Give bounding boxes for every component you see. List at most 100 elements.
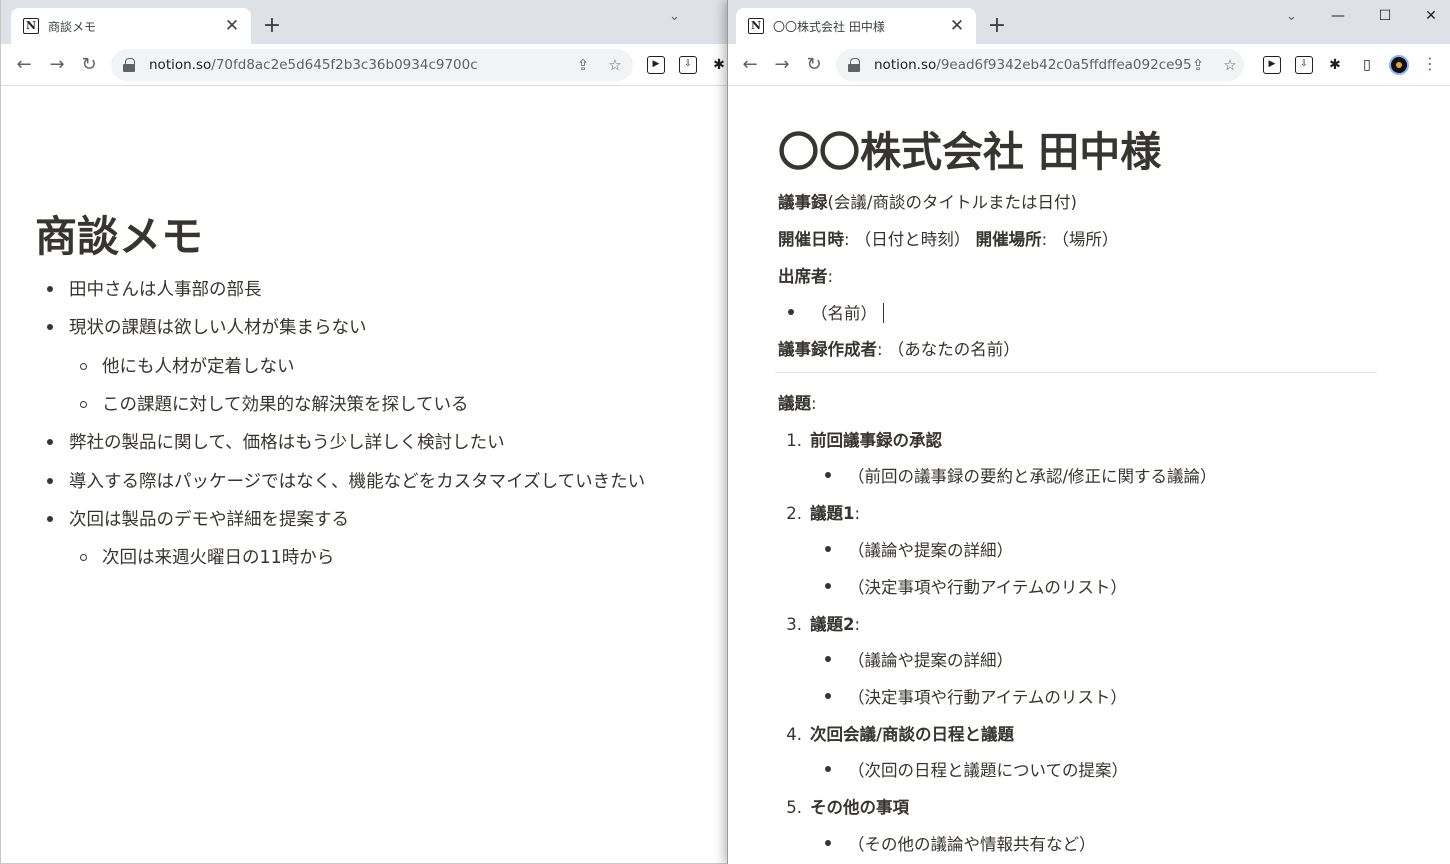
extension-play-icon[interactable]: ▶ <box>647 56 665 74</box>
list-item[interactable]: （決定事項や行動アイテムのリスト） <box>825 574 1127 598</box>
minimize-icon[interactable]: — <box>1326 6 1350 26</box>
item-title: 議題2 <box>810 615 855 634</box>
author-line[interactable]: 議事録作成者: （あなたの名前） <box>778 336 1020 360</box>
list-item[interactable]: 次回は製品のデモや詳細を提案する <box>47 506 349 531</box>
browser-toolbar: ← → ↻ notion.so/70fd8ac2e5d645f2b3c36b09… <box>1 44 728 86</box>
author-label: 議事録作成者 <box>778 340 877 359</box>
forward-arrow-icon[interactable]: → <box>769 52 795 78</box>
lock-icon <box>848 58 860 72</box>
left-browser-window: N 商談メモ ✕ + ⌄ ← → ↻ notion.so/70fd8ac2e5d… <box>0 0 728 864</box>
minutes-label: 議事録 <box>778 193 828 212</box>
tab-title: 商談メモ <box>48 19 97 34</box>
item-title: その他の事項 <box>810 798 909 817</box>
browser-toolbar: ← → ↻ notion.so/9ead6f9342eb42c0a5ffdffe… <box>728 44 1450 86</box>
share-icon[interactable]: ⇪ <box>573 56 593 74</box>
minutes-value: (会議/商談のタイトルまたは日付) <box>827 193 1077 212</box>
share-icon[interactable]: ⇪ <box>1188 56 1208 74</box>
agenda-heading[interactable]: 議題: <box>778 390 817 414</box>
agenda-item-3[interactable]: 3. 議題2: <box>778 611 860 635</box>
notion-favicon-icon: N <box>23 18 39 34</box>
extension-download-icon[interactable]: ⇩ <box>1295 56 1313 74</box>
attendee-list-item[interactable]: （名前） <box>788 300 884 324</box>
reload-icon[interactable]: ↻ <box>76 52 102 78</box>
notion-page-left: 商談メモ 田中さんは人事部の部長 現状の課題は欲しい人材が集まらない 他にも人材… <box>1 87 728 863</box>
list-item[interactable]: （議論や提案の詳細） <box>825 647 1013 671</box>
back-arrow-icon[interactable]: ← <box>11 52 37 78</box>
agenda-item-1[interactable]: 1. 前回議事録の承認 <box>778 427 942 451</box>
extensions-puzzle-icon[interactable]: ✱ <box>710 56 728 74</box>
minutes-line[interactable]: 議事録(会議/商談のタイトルまたは日付) <box>778 189 1077 213</box>
profile-avatar[interactable] <box>1389 55 1409 75</box>
extension-download-icon[interactable]: ⇩ <box>679 56 697 74</box>
maximize-icon[interactable]: ☐ <box>1373 6 1397 26</box>
page-title: 〇〇株式会社 田中様 <box>778 128 1162 176</box>
datetime-place-line[interactable]: 開催日時: （日付と時刻） 開催場所: （場所） <box>778 226 1118 250</box>
url-text: notion.so/70fd8ac2e5d645f2b3c36b0934c970… <box>149 57 478 73</box>
tab-search-chevron-down-icon[interactable]: ⌄ <box>669 9 680 24</box>
datetime-value: : （日付と時刻） <box>844 230 971 249</box>
side-panel-icon[interactable]: ▯ <box>1358 56 1376 74</box>
place-value: : （場所） <box>1041 230 1119 249</box>
item-title: 前回議事録の承認 <box>810 431 942 450</box>
list-item[interactable]: 現状の課題は欲しい人材が集まらない <box>47 314 367 339</box>
item-number: 2. <box>786 504 802 523</box>
extensions-puzzle-icon[interactable]: ✱ <box>1326 56 1344 74</box>
bookmark-star-icon[interactable]: ☆ <box>1220 56 1240 74</box>
divider <box>775 372 1377 373</box>
list-item[interactable]: （決定事項や行動アイテムのリスト） <box>825 684 1127 708</box>
list-item-nested[interactable]: 次回は来週火曜日の11時から <box>79 544 334 569</box>
bookmark-star-icon[interactable]: ☆ <box>605 56 625 74</box>
list-item[interactable]: 導入する際はパッケージではなく、機能などをカスタマイズしていきたい <box>46 468 645 493</box>
page-title: 商談メモ <box>35 212 204 261</box>
tab-shodan-memo[interactable]: N 商談メモ ✕ <box>11 8 251 44</box>
notion-favicon-icon: N <box>748 18 764 34</box>
place-label: 開催場所 <box>975 230 1042 249</box>
reload-icon[interactable]: ↻ <box>801 52 827 78</box>
agenda-label: 議題 <box>778 394 811 413</box>
attendees-colon: : <box>827 267 834 286</box>
attendees-line[interactable]: 出席者: <box>778 263 833 287</box>
item-number: 1. <box>786 431 802 450</box>
list-item-nested[interactable]: この課題に対して効果的な解決策を探している <box>79 391 468 416</box>
notion-page-right: 〇〇株式会社 田中様 議事録(会議/商談のタイトルまたは日付) 開催日時: （日… <box>728 87 1450 864</box>
agenda-item-2[interactable]: 2. 議題1: <box>778 500 860 524</box>
author-value: : （あなたの名前） <box>877 340 1020 359</box>
agenda-item-4[interactable]: 4. 次回会議/商談の日程と議題 <box>778 721 1014 745</box>
attendees-label: 出席者 <box>778 267 828 286</box>
text-cursor <box>883 303 884 323</box>
list-item[interactable]: （議論や提案の詳細） <box>825 537 1013 561</box>
tab-close-icon[interactable]: ✕ <box>948 17 966 35</box>
list-item[interactable]: （その他の議論や情報共有など） <box>825 831 1096 855</box>
tab-strip: N 〇〇株式会社 田中様 ✕ + ⌄ — ☐ ✕ <box>728 0 1450 44</box>
address-bar[interactable]: notion.so/9ead6f9342eb42c0a5ffdffea092ce… <box>836 49 1244 81</box>
list-item[interactable]: 田中さんは人事部の部長 <box>47 276 262 301</box>
tab-strip: N 商談メモ ✕ + ⌄ <box>1 0 728 44</box>
list-item[interactable]: （前回の議事録の要約と承認/修正に関する議論） <box>825 463 1217 487</box>
new-tab-button[interactable]: + <box>260 14 284 38</box>
attendee-name: （名前） <box>811 304 877 323</box>
datetime-label: 開催日時 <box>778 230 844 249</box>
forward-arrow-icon[interactable]: → <box>44 52 70 78</box>
tab-close-icon[interactable]: ✕ <box>223 17 241 35</box>
lock-icon <box>123 58 135 72</box>
new-tab-button[interactable]: + <box>985 14 1009 38</box>
item-title: 議題1 <box>810 504 855 523</box>
back-arrow-icon[interactable]: ← <box>737 52 763 78</box>
item-number: 5. <box>786 798 802 817</box>
tab-search-chevron-down-icon[interactable]: ⌄ <box>1286 9 1297 24</box>
agenda-colon: : <box>811 394 817 413</box>
item-suffix: : <box>854 615 861 634</box>
url-text: notion.so/9ead6f9342eb42c0a5ffdffea092ce… <box>874 57 1192 73</box>
item-title: 次回会議/商談の日程と議題 <box>810 725 1015 744</box>
list-item[interactable]: （次回の日程と議題についての提案） <box>824 757 1128 781</box>
menu-kebab-icon[interactable]: ⋮ <box>1422 54 1438 73</box>
item-number: 4. <box>786 725 802 744</box>
address-bar[interactable]: notion.so/70fd8ac2e5d645f2b3c36b0934c970… <box>111 49 633 81</box>
extension-play-icon[interactable]: ▶ <box>1263 56 1281 74</box>
list-item[interactable]: 弊社の製品に関して、価格はもう少し詳しく検討したい <box>47 429 505 454</box>
window-close-icon[interactable]: ✕ <box>1419 6 1443 26</box>
tab-tanaka-company[interactable]: N 〇〇株式会社 田中様 ✕ <box>736 8 976 44</box>
list-item-nested[interactable]: 他にも人材が定着しない <box>80 353 295 378</box>
agenda-item-5[interactable]: 5. その他の事項 <box>778 794 909 818</box>
right-browser-window: N 〇〇株式会社 田中様 ✕ + ⌄ — ☐ ✕ ← → ↻ notion.so… <box>727 0 1450 864</box>
